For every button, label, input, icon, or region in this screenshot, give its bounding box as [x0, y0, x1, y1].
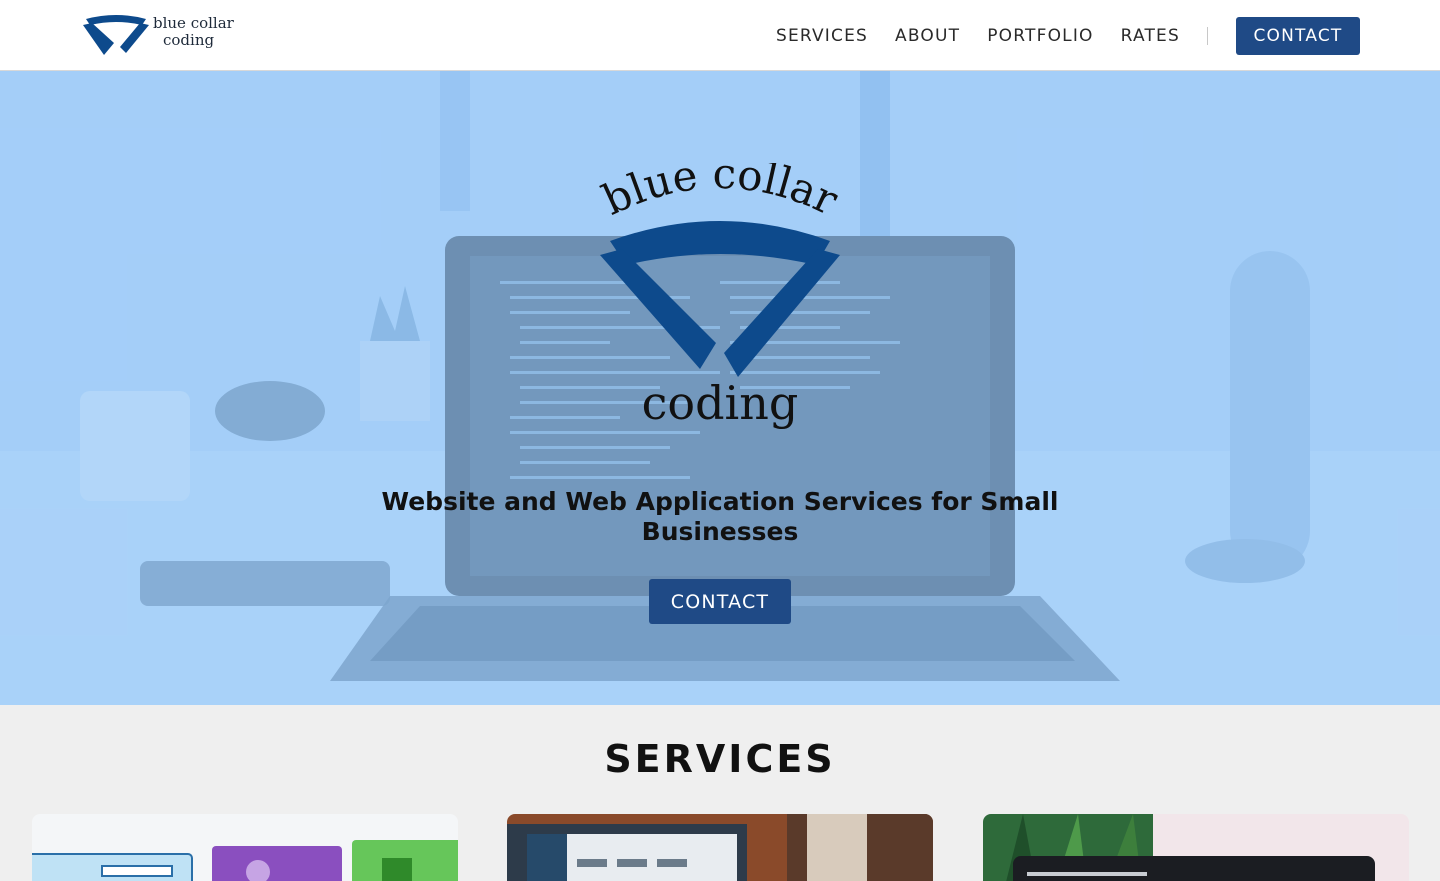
service-card-3[interactable]	[983, 814, 1409, 881]
nav-contact-button[interactable]: CONTACT	[1236, 16, 1360, 55]
hero-logo: blue collar coding	[588, 149, 852, 433]
main-nav: SERVICES ABOUT PORTFOLIO RATES CONTACT	[776, 0, 1360, 71]
services-section: SERVICES	[0, 705, 1440, 881]
nav-divider	[1207, 26, 1208, 45]
nav-services[interactable]: SERVICES	[776, 26, 868, 46]
brand-line-1: blue collar	[153, 14, 234, 32]
nav-about[interactable]: ABOUT	[895, 26, 960, 46]
hero-contact-button[interactable]: CONTACT	[649, 579, 791, 624]
brand-line-2: coding	[163, 31, 215, 49]
svg-text:blue collar: blue collar	[595, 163, 846, 225]
monitor-plant-image	[983, 814, 1409, 881]
nav-portfolio[interactable]: PORTFOLIO	[987, 26, 1093, 46]
analytics-dashboard-image	[507, 814, 933, 881]
hero-logo-bottom-text: coding	[642, 376, 799, 430]
wireframe-sketch-image	[32, 814, 458, 881]
nav-rates[interactable]: RATES	[1121, 26, 1180, 46]
hero-tagline: Website and Web Application Services for…	[381, 487, 1059, 546]
services-title: SERVICES	[604, 737, 836, 781]
hero-section: blue collar coding Website and Web Appli…	[0, 71, 1440, 705]
service-card-2[interactable]	[507, 814, 933, 881]
hero-logo-top-text: blue collar	[595, 149, 846, 225]
brand-logo[interactable]: blue collar coding	[82, 13, 242, 59]
brand-wordmark: blue collar coding	[153, 15, 234, 49]
collar-logo-icon	[83, 15, 149, 55]
site-header: blue collar coding SERVICES ABOUT PORTFO…	[0, 0, 1440, 71]
hero-collar-logo-icon: blue collar coding	[595, 149, 846, 430]
service-card-1[interactable]	[32, 814, 458, 881]
